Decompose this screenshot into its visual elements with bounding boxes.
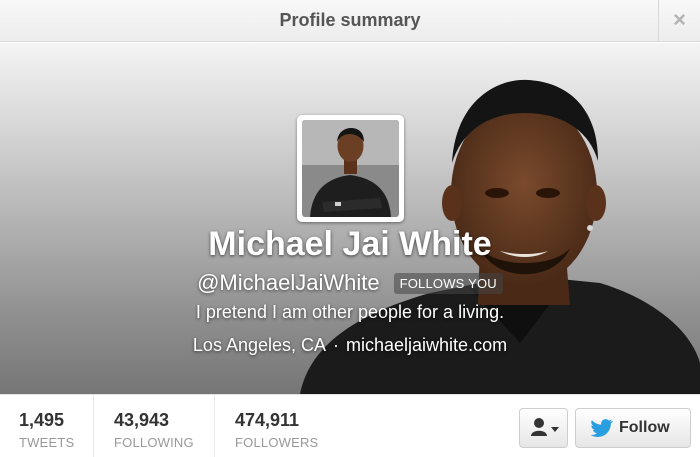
stat-tweets-value: 1,495 — [19, 410, 65, 430]
dialog-header: Profile summary × — [0, 0, 700, 42]
user-actions-button[interactable] — [519, 408, 568, 448]
avatar[interactable] — [297, 115, 404, 222]
stat-followers[interactable]: 474,911 FOLLOWERS — [235, 395, 318, 457]
person-dropdown-icon — [531, 418, 559, 436]
profile-summary-dialog: Profile summary × Michael Jai White @Mic… — [0, 0, 700, 457]
profile-bio: I pretend I am other people for a living… — [195, 302, 505, 322]
profile-location: Los Angeles, CA — [192, 335, 327, 355]
follows-you-badge: FOLLOWS YOU — [393, 272, 503, 294]
stat-tweets-label: TWEETS — [19, 435, 75, 450]
profile-handle[interactable]: @MichaelJaiWhite — [197, 270, 380, 295]
profile-meta: Los Angeles, CA · michaeljaiwhite.com — [0, 335, 700, 356]
stat-followers-label: FOLLOWERS — [235, 435, 319, 450]
stat-following[interactable]: 43,943 FOLLOWING — [114, 395, 194, 457]
meta-separator: · — [333, 335, 340, 355]
profile-banner: Michael Jai White @MichaelJaiWhite FOLLO… — [0, 43, 700, 394]
stat-following-label: FOLLOWING — [114, 435, 194, 450]
stat-followers-value: 474,911 — [235, 410, 300, 430]
stat-divider — [93, 395, 94, 457]
follow-label: Follow — [619, 419, 670, 436]
profile-website-link[interactable]: michaeljaiwhite.com — [346, 335, 507, 355]
bird-icon — [590, 419, 614, 437]
avatar-photo — [302, 120, 399, 217]
stat-tweets[interactable]: 1,495 TWEETS — [19, 395, 74, 457]
follow-button[interactable]: Follow — [575, 408, 691, 448]
stat-divider — [214, 395, 215, 457]
profile-name: Michael Jai White — [208, 225, 492, 263]
dialog-title: Profile summary — [279, 10, 421, 30]
close-button[interactable]: × — [658, 0, 700, 42]
close-icon: × — [673, 7, 686, 32]
handle-row: @MichaelJaiWhite FOLLOWS YOU — [0, 270, 700, 296]
stat-following-value: 43,943 — [114, 410, 170, 430]
